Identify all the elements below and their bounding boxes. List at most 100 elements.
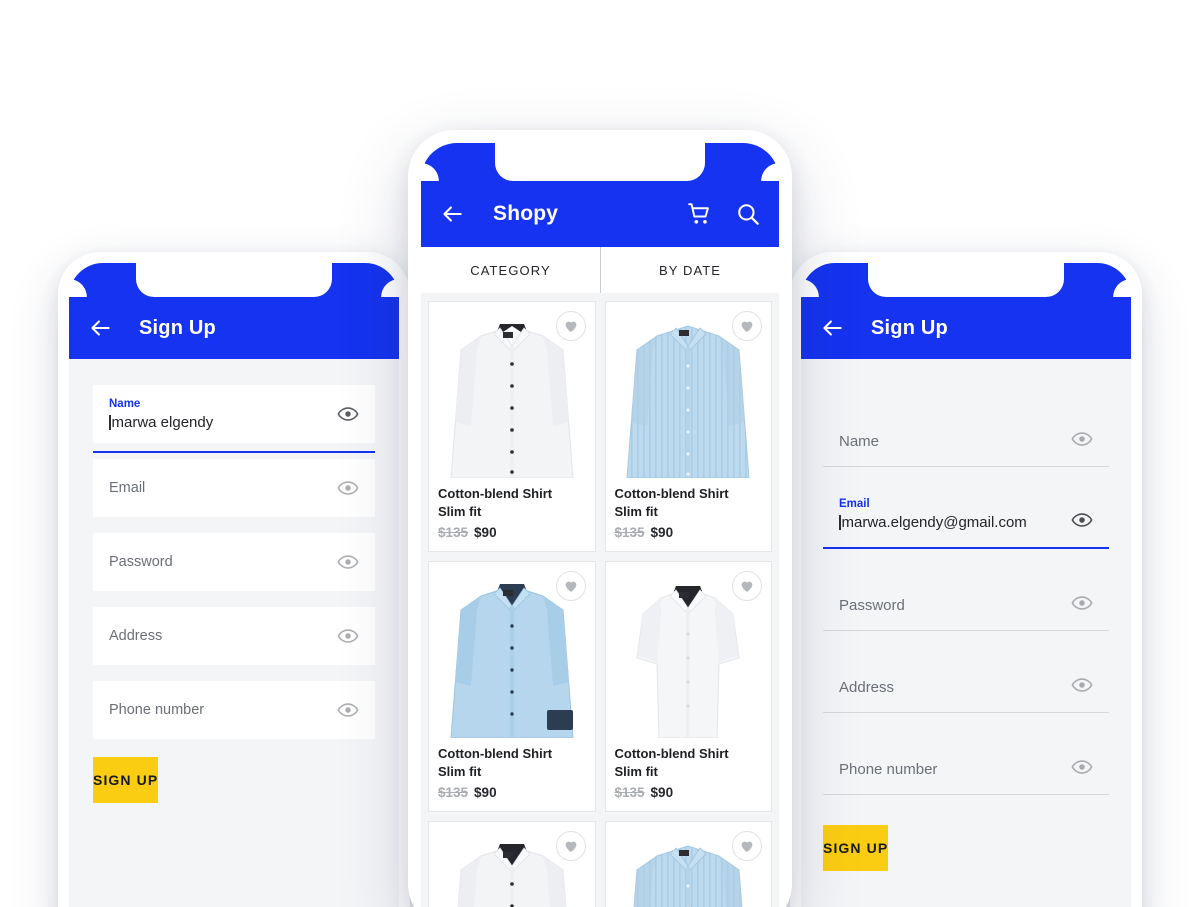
phone-number-field[interactable]: Phone number xyxy=(823,713,1109,795)
sign-up-button[interactable]: SIGN UP xyxy=(93,757,159,803)
phone-mockup-left: Sign Up Name marwa elgendy Email Passwor… xyxy=(58,252,410,907)
email-field[interactable]: Email marwa.elgendy@gmail.com xyxy=(823,467,1109,549)
email-field-value: marwa.elgendy@gmail.com xyxy=(841,514,1027,531)
search-icon[interactable] xyxy=(735,201,761,227)
product-title-line2: Slim fit xyxy=(614,763,658,779)
product-image xyxy=(429,821,595,907)
password-field-label: Password xyxy=(109,554,173,570)
address-field-label: Address xyxy=(109,628,163,644)
address-field[interactable]: Address xyxy=(823,631,1109,713)
text-caret xyxy=(839,515,841,530)
password-field[interactable]: Password xyxy=(823,549,1109,631)
product-title-line1: Cotton-blend Shirt xyxy=(438,745,553,761)
eye-icon[interactable] xyxy=(1071,428,1093,450)
product-info: Cotton-blend Shirt Slim fit $135 $90 xyxy=(429,738,595,811)
eye-icon[interactable] xyxy=(1071,509,1093,531)
heart-icon xyxy=(565,841,576,852)
catalog-tabs: CATEGORY BY DATE xyxy=(421,247,779,293)
eye-icon[interactable] xyxy=(1071,674,1093,696)
app-brand-title: Shopy xyxy=(493,202,559,225)
eye-icon[interactable] xyxy=(337,699,359,721)
name-field[interactable]: Name marwa elgendy xyxy=(93,385,375,453)
favorite-button[interactable] xyxy=(555,311,586,341)
product-price-old: $135 xyxy=(614,784,645,800)
name-field-value: marwa elgendy xyxy=(111,413,214,431)
tab-category[interactable]: CATEGORY xyxy=(421,247,600,293)
product-image xyxy=(605,821,771,907)
product-title-line2: Slim fit xyxy=(438,503,482,519)
heart-icon xyxy=(741,581,753,592)
right-notch-cutout xyxy=(868,263,1064,297)
product-info: Cotton-blend Shirt Slim fit $135 $90 xyxy=(606,738,772,811)
name-field[interactable]: Name xyxy=(823,385,1109,467)
heart-icon xyxy=(741,321,753,332)
phone-mockup-center: Shopy CATEGORY BY DATE Cotton-blend Shir… xyxy=(408,130,792,907)
product-image xyxy=(429,561,595,738)
product-title-line1: Cotton-blend Shirt xyxy=(614,486,729,501)
eye-icon[interactable] xyxy=(337,625,359,647)
arrow-left-icon[interactable] xyxy=(439,201,465,227)
product-card[interactable]: Cotton-blend Shirt Slim fit $135$90 xyxy=(428,820,596,907)
product-image xyxy=(429,302,595,478)
name-field-value-row: marwa elgendy xyxy=(109,414,337,431)
product-prices: $135 $90 xyxy=(615,525,763,540)
product-card[interactable]: Cotton-blend Shirt Slim fit $135$90 xyxy=(428,560,596,812)
email-field-label: Email xyxy=(839,498,870,511)
right-phone-screen: Sign Up Name Email marwa.elgendy@gmail.c… xyxy=(801,263,1131,907)
mockup-stage: Sign Up Name marwa elgendy Email Passwor… xyxy=(0,0,1200,907)
product-info: Cotton-blend Shirt Slim fit $135 $90 xyxy=(429,478,595,551)
eye-icon[interactable] xyxy=(337,403,359,425)
product-image xyxy=(605,561,771,738)
name-field-label: Name xyxy=(109,398,141,411)
favorite-button[interactable] xyxy=(732,311,762,341)
favorite-button[interactable] xyxy=(732,830,762,861)
product-info: Cotton-blend Shirt Slim fit $135 $90 xyxy=(606,478,772,551)
product-price-new: $90 xyxy=(650,784,674,800)
product-card[interactable]: Cotton-blend Shirt Slim fit $135$90 xyxy=(604,820,772,907)
email-field[interactable]: Email xyxy=(93,459,375,517)
password-field-label: Password xyxy=(839,597,905,614)
product-card[interactable]: Cotton-blend Shirt Slim fit $135$90 xyxy=(604,560,772,812)
name-field-label: Name xyxy=(839,433,880,450)
left-phone-screen: Sign Up Name marwa elgendy Email Passwor… xyxy=(69,263,399,907)
left-appbar: Sign Up xyxy=(69,263,399,359)
eye-icon[interactable] xyxy=(337,551,359,573)
product-title-line2: Slim fit xyxy=(438,763,482,779)
product-prices: $135 $90 xyxy=(438,785,586,800)
sign-up-button[interactable]: SIGN UP xyxy=(823,825,889,871)
left-page-title: Sign Up xyxy=(139,316,216,339)
phone-number-field-label: Phone number xyxy=(839,761,938,778)
heart-icon xyxy=(565,581,576,592)
arrow-left-icon[interactable] xyxy=(819,315,845,341)
center-notch-cutout xyxy=(495,143,705,181)
tab-by-date[interactable]: BY DATE xyxy=(600,247,779,293)
product-price-new: $90 xyxy=(474,524,497,540)
phone-number-field[interactable]: Phone number xyxy=(93,681,375,739)
eye-icon[interactable] xyxy=(1071,756,1093,778)
product-grid: Cotton-blend Shirt Slim fit $135 $90 Cot… xyxy=(428,301,772,907)
product-price-old: $135 xyxy=(438,784,469,800)
eye-icon[interactable] xyxy=(1071,592,1093,614)
shop-appbar: Shopy xyxy=(421,143,779,247)
product-grid-scroll[interactable]: Cotton-blend Shirt Slim fit $135 $90 Cot… xyxy=(421,293,779,907)
email-field-value-row: marwa.elgendy@gmail.com xyxy=(839,514,1071,531)
address-field-label: Address xyxy=(839,679,895,696)
address-field[interactable]: Address xyxy=(93,607,375,665)
product-card[interactable]: Cotton-blend Shirt Slim fit $135$90 xyxy=(604,301,772,552)
favorite-button[interactable] xyxy=(732,570,762,601)
product-image xyxy=(605,302,771,478)
shopping-cart-icon[interactable] xyxy=(687,201,713,227)
password-field[interactable]: Password xyxy=(93,533,375,591)
phone-number-field-label: Phone number xyxy=(109,702,205,718)
heart-icon xyxy=(565,321,576,332)
product-title-line2: Slim fit xyxy=(614,503,658,519)
arrow-left-icon[interactable] xyxy=(87,315,113,341)
product-price-old: $135 xyxy=(438,524,469,540)
favorite-button[interactable] xyxy=(555,830,586,861)
left-notch-cutout xyxy=(136,263,332,297)
eye-icon[interactable] xyxy=(337,477,359,499)
heart-icon xyxy=(741,841,753,852)
product-card[interactable]: Cotton-blend Shirt Slim fit $135$90 xyxy=(428,301,596,552)
product-prices: $135 $90 xyxy=(615,785,763,800)
favorite-button[interactable] xyxy=(555,570,586,601)
